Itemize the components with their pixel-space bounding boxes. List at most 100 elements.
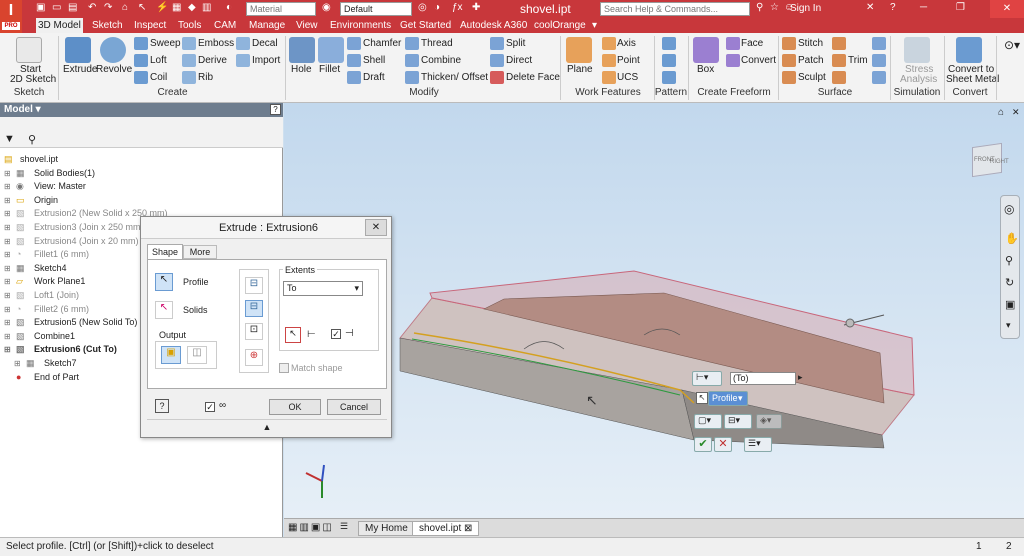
thicken-button[interactable]: Thicken/ Offset <box>421 72 488 83</box>
tab-my-home[interactable]: My Home <box>358 521 415 536</box>
help-icon[interactable]: ? <box>890 2 896 16</box>
doc-menu-icon[interactable]: ☰ <box>340 521 348 532</box>
extend-checkbox[interactable]: ✓ <box>331 329 341 339</box>
new-solid-icon[interactable]: ⊕ <box>245 349 263 366</box>
output-dropdown[interactable]: ▢▾ <box>694 414 722 429</box>
tab-autodesk-a360[interactable]: Autodesk A360 <box>458 18 529 33</box>
thread-icon[interactable] <box>405 37 419 50</box>
derive-button[interactable]: Derive <box>198 55 227 66</box>
rib-button[interactable]: Rib <box>198 72 213 83</box>
update-icon[interactable]: ⚡ <box>156 2 168 16</box>
expand-icon[interactable]: ⊞ <box>4 289 11 302</box>
import-icon[interactable] <box>236 54 250 67</box>
rectangular-pattern-icon[interactable] <box>662 37 676 50</box>
combine-icon[interactable] <box>405 54 419 67</box>
face-icon[interactable] <box>726 37 740 50</box>
tab-manage[interactable]: Manage <box>247 18 287 33</box>
cancel-x-icon[interactable]: ✕ <box>714 437 732 452</box>
nav-options-icon[interactable]: ▾ <box>1006 320 1011 331</box>
expand-icon[interactable]: ⊞ <box>4 235 11 248</box>
fillet-icon[interactable] <box>318 37 344 63</box>
expand-icon[interactable]: ⊞ <box>4 221 11 234</box>
match-shape-checkbox[interactable] <box>279 363 289 373</box>
patch-button[interactable]: Patch <box>798 55 824 66</box>
intersect-icon[interactable]: ⊡ <box>245 323 263 340</box>
tab-cam[interactable]: CAM <box>212 18 238 33</box>
tab-inspect[interactable]: Inspect <box>132 18 168 33</box>
plane-icon[interactable] <box>566 37 592 63</box>
ruled-surface-icon[interactable] <box>832 37 846 50</box>
expand-icon[interactable]: ⊞ <box>4 194 11 207</box>
draft-icon[interactable] <box>347 71 361 84</box>
delete-face-icon[interactable] <box>490 71 504 84</box>
undo-icon[interactable]: ↶ <box>88 2 96 16</box>
sheet-metal-icon[interactable] <box>956 37 982 63</box>
expand-icon[interactable]: ⊞ <box>4 262 11 275</box>
stitch-button[interactable]: Stitch <box>798 38 823 49</box>
extend-face-icon[interactable]: ⊣ <box>345 328 354 339</box>
expand-icon[interactable]: ⊞ <box>14 357 21 370</box>
profile-dropdown-icon[interactable]: ▾ <box>738 393 743 404</box>
plus-icon[interactable]: ✚ <box>472 2 480 16</box>
mini-profile-icon[interactable]: ↖ <box>696 392 708 404</box>
layers-icon[interactable]: ▥ <box>202 2 211 16</box>
material-dropdown[interactable]: Material <box>246 2 316 16</box>
new-icon[interactable]: ▣ <box>36 2 45 16</box>
star-icon[interactable]: ☆ <box>770 2 779 16</box>
tab-get-started[interactable]: Get Started <box>398 18 453 33</box>
appearance-dropdown[interactable]: Default <box>340 2 412 16</box>
trim-button[interactable]: Trim <box>848 55 868 66</box>
revolve-icon[interactable] <box>100 37 126 63</box>
expand-icon[interactable]: ⊞ <box>4 207 11 220</box>
exchange-icon[interactable]: ✕ <box>866 2 874 16</box>
stitch-icon[interactable] <box>782 37 796 50</box>
expand-icon[interactable]: ⊞ <box>4 343 11 356</box>
ok-button[interactable]: OK <box>269 399 321 415</box>
model-view[interactable]: ↖ <box>284 103 1024 518</box>
tab-more[interactable]: More <box>183 245 217 259</box>
color-icon[interactable]: ◆ <box>188 2 196 16</box>
axis-icon[interactable] <box>602 37 616 50</box>
restore-icon[interactable]: ❐ <box>956 2 965 16</box>
dialog-titlebar[interactable]: Extrude : Extrusion6 ✕ <box>141 217 391 239</box>
split-button[interactable]: Split <box>506 38 525 49</box>
mini-expand-icon[interactable]: ▸ <box>798 372 803 383</box>
browser-help-icon[interactable]: ? <box>270 104 281 115</box>
material-icon[interactable]: ◐ <box>226 2 232 16</box>
clear-appearance-icon[interactable]: ◎ <box>418 2 427 16</box>
orbit-icon[interactable]: ↻ <box>1005 276 1014 289</box>
tab-options-icon[interactable]: ▾ <box>590 18 599 33</box>
circular-pattern-icon[interactable] <box>662 54 676 67</box>
graphics-window[interactable]: ↖ FRONT RIGHT ⌂ ◎ ✋ ⚲ ↻ ▣ ▾ ✕ ⊢▾ (To) ▸ … <box>284 103 1024 518</box>
window-layout-icons[interactable]: ▦▥▣◫ <box>288 522 334 533</box>
viewcube-home-icon[interactable]: ⌂ <box>998 107 1004 118</box>
thread-button[interactable]: Thread <box>421 38 453 49</box>
point-icon[interactable] <box>602 54 616 67</box>
home-icon[interactable]: ⌂ <box>122 2 128 16</box>
decal-icon[interactable] <box>236 37 250 50</box>
split-icon[interactable] <box>490 37 504 50</box>
expand-icon[interactable]: ⊞ <box>4 316 11 329</box>
derive-icon[interactable] <box>182 54 196 67</box>
point-button[interactable]: Point <box>617 55 640 66</box>
ribbon-options-icon[interactable]: ⊙▾ <box>1004 38 1020 52</box>
appearance-icon[interactable]: ◉ <box>322 2 331 16</box>
redo-icon[interactable]: ↷ <box>104 2 112 16</box>
output-solid-icon[interactable]: ▣ <box>161 346 181 364</box>
zoom-icon[interactable]: ⚲ <box>1005 254 1013 267</box>
join-icon[interactable]: ⊟ <box>245 277 263 294</box>
tab-coolorange[interactable]: coolOrange <box>532 18 588 33</box>
direction-dropdown[interactable]: ⊟▾ <box>724 414 752 429</box>
to-value-field[interactable]: (To) <box>730 372 796 385</box>
dialog-close-icon[interactable]: ✕ <box>365 219 387 236</box>
tab-shovel[interactable]: shovel.ipt ⊠ <box>412 521 480 536</box>
sweep-button[interactable]: Sweep <box>150 38 181 49</box>
close-icon[interactable]: ✕ <box>990 0 1024 18</box>
convert-icon[interactable] <box>726 54 740 67</box>
fillet-button[interactable]: Fillet <box>319 64 340 75</box>
box-button[interactable]: Box <box>697 64 714 75</box>
canvas-close-icon[interactable]: ✕ <box>1012 107 1020 118</box>
axis-button[interactable]: Axis <box>617 38 636 49</box>
mirror-icon[interactable] <box>662 71 676 84</box>
start-sketch-label2[interactable]: 2D Sketch <box>10 74 56 85</box>
